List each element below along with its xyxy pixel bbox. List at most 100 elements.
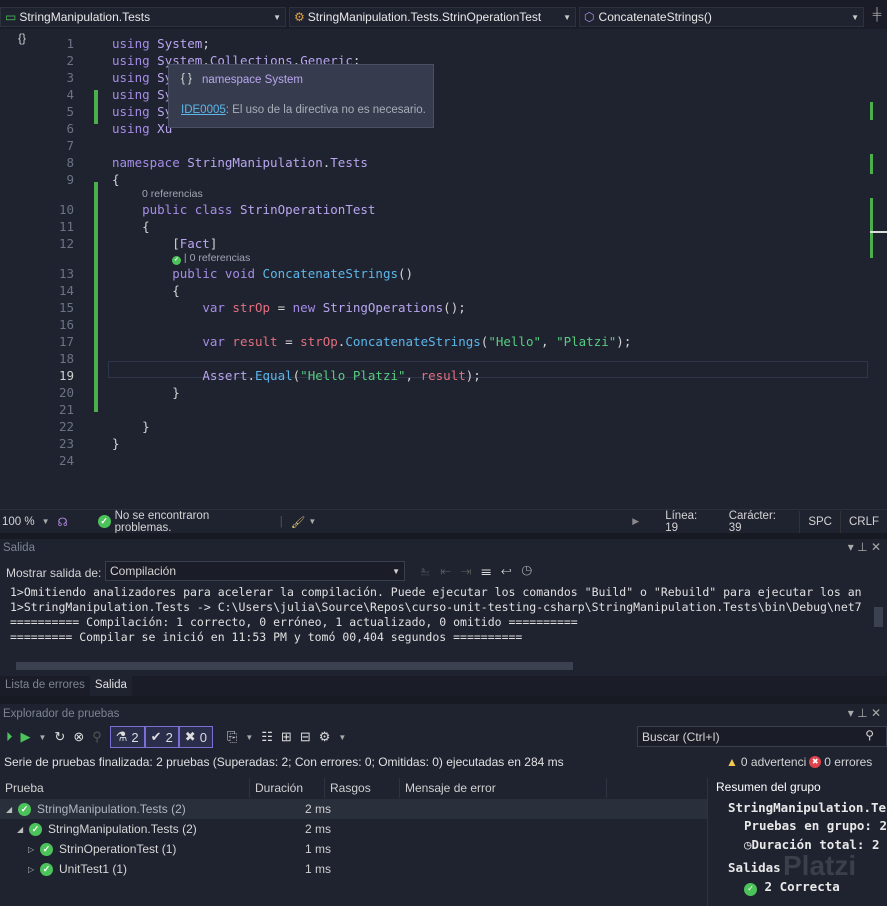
clock-icon[interactable]: ◷: [521, 563, 541, 578]
project-icon: ▭: [5, 10, 17, 24]
code-editor[interactable]: {} 1 using System; 2 using System.Collectio…: [0, 29, 887, 509]
scroll-right-icon[interactable]: ▶: [632, 516, 639, 527]
editor-status-bar: 100 % ▼ ☊ ✓ No se encontraron problemas.…: [0, 509, 887, 534]
test-tree-row[interactable]: ▷ ✓ StrinOperationTest (1) 1 ms: [0, 839, 707, 859]
editor-scrollbar[interactable]: [870, 74, 887, 534]
settings-icon[interactable]: ⚙: [319, 729, 331, 745]
code-line[interactable]: }: [112, 436, 120, 451]
line-number: 22: [58, 419, 74, 434]
output-source-dropdown[interactable]: Compilación ▼: [105, 561, 405, 581]
column-header-test[interactable]: Prueba: [0, 778, 250, 798]
failed-tests-filter[interactable]: ✖ 0: [178, 726, 213, 748]
output-text[interactable]: 1>Omitiendo analizadores para acelerar l…: [10, 585, 870, 645]
document-tab-strip: [0, 0, 887, 7]
collapse-all-icon[interactable]: ⊟: [300, 729, 311, 745]
code-line[interactable]: using Sy: [112, 87, 172, 102]
code-line[interactable]: using Sy: [112, 70, 172, 85]
line-number: 11: [58, 219, 74, 234]
quick-info-tooltip: { } namespace System IDE0005: El uso de …: [168, 64, 434, 128]
split-editor-button[interactable]: ╪: [867, 7, 887, 29]
panel-window-controls[interactable]: ▾ ⊥ ✕: [848, 540, 881, 554]
tab-error-list[interactable]: Lista de errores: [0, 676, 90, 696]
next-message-icon[interactable]: ⇥: [461, 563, 481, 578]
code-line[interactable]: [Fact]: [112, 236, 217, 251]
check-circle-icon: ✓: [29, 822, 42, 836]
code-cleanup-icon[interactable]: 🖌: [291, 515, 306, 529]
group-by-icon[interactable]: ☷: [261, 729, 273, 745]
search-icon[interactable]: ⚲: [865, 728, 874, 742]
output-panel: Salida ▾ ⊥ ✕ Mostrar salida de: Compilac…: [0, 539, 887, 677]
prev-message-icon[interactable]: ⇤: [440, 563, 460, 578]
code-line[interactable]: public class StrinOperationTest: [112, 202, 375, 217]
test-tree-row[interactable]: ▷ ✓ UnitTest1 (1) 1 ms: [0, 859, 707, 879]
test-search-input[interactable]: Buscar (Ctrl+I) ⚲: [637, 726, 887, 747]
code-line[interactable]: }: [112, 385, 180, 400]
codelens-references[interactable]: ✓ | 0 referencias: [172, 252, 250, 265]
code-line[interactable]: using System;: [112, 36, 210, 51]
clear-all-icon[interactable]: ☰: [481, 563, 501, 578]
expanded-arrow-icon[interactable]: ◢: [17, 825, 27, 834]
chevron-down-icon: ▼: [851, 12, 860, 22]
code-line[interactable]: var strOp = new StringOperations();: [112, 300, 465, 315]
output-horizontal-scrollbar[interactable]: [0, 659, 870, 673]
test-tree-row[interactable]: ◢ ✓ StringManipulation.Tests (2) 2 ms: [0, 799, 707, 819]
expanded-arrow-icon[interactable]: ◢: [6, 805, 16, 814]
line-number: 24: [58, 453, 74, 468]
code-line[interactable]: using Sy: [112, 104, 172, 119]
total-tests-filter[interactable]: ⚗ 2: [109, 726, 145, 748]
member-dropdown[interactable]: ⬡ ConcatenateStrings() ▼: [579, 7, 865, 27]
code-line[interactable]: using Xu: [112, 121, 172, 136]
chevron-down-icon: ▼: [563, 12, 572, 22]
test-tree-row[interactable]: ◢ ✓ StringManipulation.Tests (2) 2 ms: [0, 819, 707, 839]
bottom-tab-bar: Lista de errores Salida: [0, 676, 887, 696]
problems-status[interactable]: No se encontraron problemas.: [115, 510, 268, 534]
line-number: 18: [58, 351, 74, 366]
code-line[interactable]: public void ConcatenateStrings(): [112, 266, 413, 281]
project-dropdown[interactable]: ▭ StringManipulation.Tests ▼: [0, 7, 287, 27]
cancel-run-icon[interactable]: ⊗: [73, 729, 84, 745]
playlist-icon[interactable]: ⎘: [227, 729, 237, 745]
code-line[interactable]: Assert.Equal("Hello Platzi", result);: [112, 368, 481, 383]
code-line[interactable]: {: [112, 219, 150, 234]
line-ending-indicator[interactable]: CRLF: [839, 510, 887, 533]
whitespace-indicator[interactable]: SPC: [799, 510, 840, 533]
rerun-failed-icon[interactable]: ↻: [54, 729, 65, 745]
code-line[interactable]: {: [112, 283, 180, 298]
code-line[interactable]: }: [112, 419, 150, 434]
code-line[interactable]: {: [112, 172, 120, 187]
diagnostic-code-link[interactable]: IDE0005: [181, 104, 226, 116]
test-passed-icon[interactable]: ✓: [172, 256, 181, 265]
platzi-watermark: Platzi: [783, 850, 857, 881]
line-number: 13: [58, 266, 74, 281]
check-circle-icon: ✔: [150, 729, 162, 744]
line-number: 14: [58, 283, 74, 298]
code-line[interactable]: namespace StringManipulation.Tests: [112, 155, 368, 170]
column-header-duration[interactable]: Duración: [250, 778, 325, 798]
codelens-references[interactable]: 0 referencias: [142, 188, 203, 200]
column-header-error-message[interactable]: Mensaje de error: [400, 778, 607, 798]
output-toolbar: ⎁⇤⇥☰↩◷: [420, 563, 542, 579]
passed-tests-filter[interactable]: ✔ 2: [144, 726, 179, 748]
chevron-down-icon: ▼: [338, 732, 347, 742]
collapsed-arrow-icon[interactable]: ▷: [28, 845, 38, 854]
flask-icon: ⚗: [115, 729, 128, 744]
tab-output[interactable]: Salida: [89, 676, 132, 696]
expand-all-icon[interactable]: ⊞: [281, 729, 292, 745]
code-line[interactable]: var result = strOp.ConcatenateStrings("H…: [112, 334, 631, 349]
run-icon[interactable]: ▶: [21, 729, 31, 745]
panel-window-controls[interactable]: ▾ ⊥ ✕: [848, 706, 881, 720]
line-number: 21: [58, 402, 74, 417]
panel-title: Salida: [3, 542, 35, 554]
filter-icon[interactable]: ⚲: [92, 729, 102, 745]
class-dropdown[interactable]: ⚙ StringManipulation.Tests.StrinOperatio…: [289, 7, 577, 27]
collapsed-arrow-icon[interactable]: ▷: [28, 865, 38, 874]
line-number: 16: [58, 317, 74, 332]
word-wrap-icon[interactable]: ↩: [501, 563, 521, 578]
run-all-icon[interactable]: ⏵: [6, 729, 13, 745]
column-header-traits[interactable]: Rasgos: [325, 778, 400, 798]
zoom-dropdown[interactable]: 100 %: [2, 516, 42, 528]
check-circle-icon: ✓: [40, 862, 53, 876]
change-indicator: [94, 182, 98, 412]
splitter[interactable]: [0, 696, 887, 704]
find-message-icon[interactable]: ⎁: [420, 563, 440, 578]
